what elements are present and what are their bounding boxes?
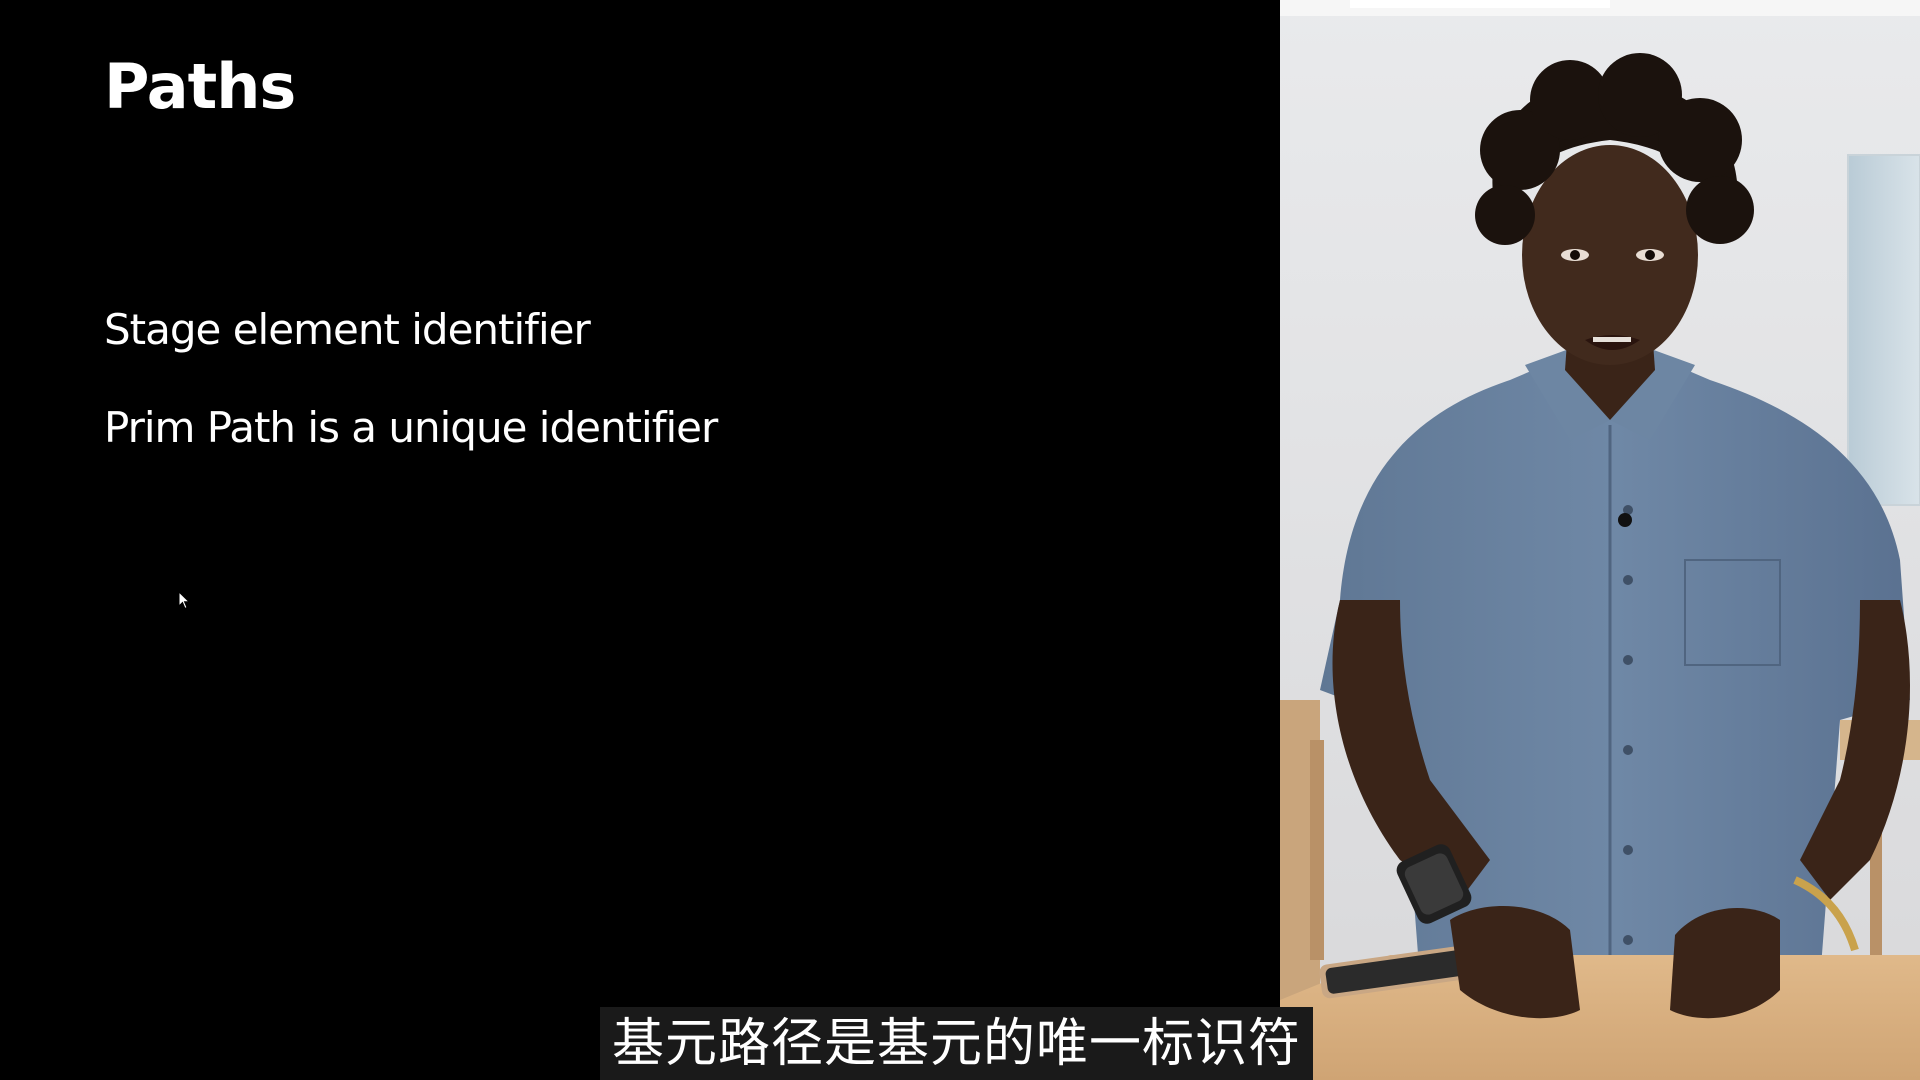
subtitle-text: 基元路径是基元的唯一标识符 (612, 1013, 1302, 1074)
slide-panel: Paths Stage element identifier Prim Path… (0, 0, 1280, 1080)
slide-title: Paths (104, 50, 296, 123)
video-frame: Paths Stage element identifier Prim Path… (0, 0, 1920, 1080)
presenter-video (1280, 0, 1920, 1080)
presenter-image (1280, 0, 1920, 1080)
mouse-pointer-icon (178, 591, 190, 610)
bullet-prim-path: Prim Path is a unique identifier (104, 403, 718, 452)
subtitle-bar: 基元路径是基元的唯一标识符 (600, 1007, 1314, 1080)
bullet-stage-element: Stage element identifier (104, 305, 591, 354)
